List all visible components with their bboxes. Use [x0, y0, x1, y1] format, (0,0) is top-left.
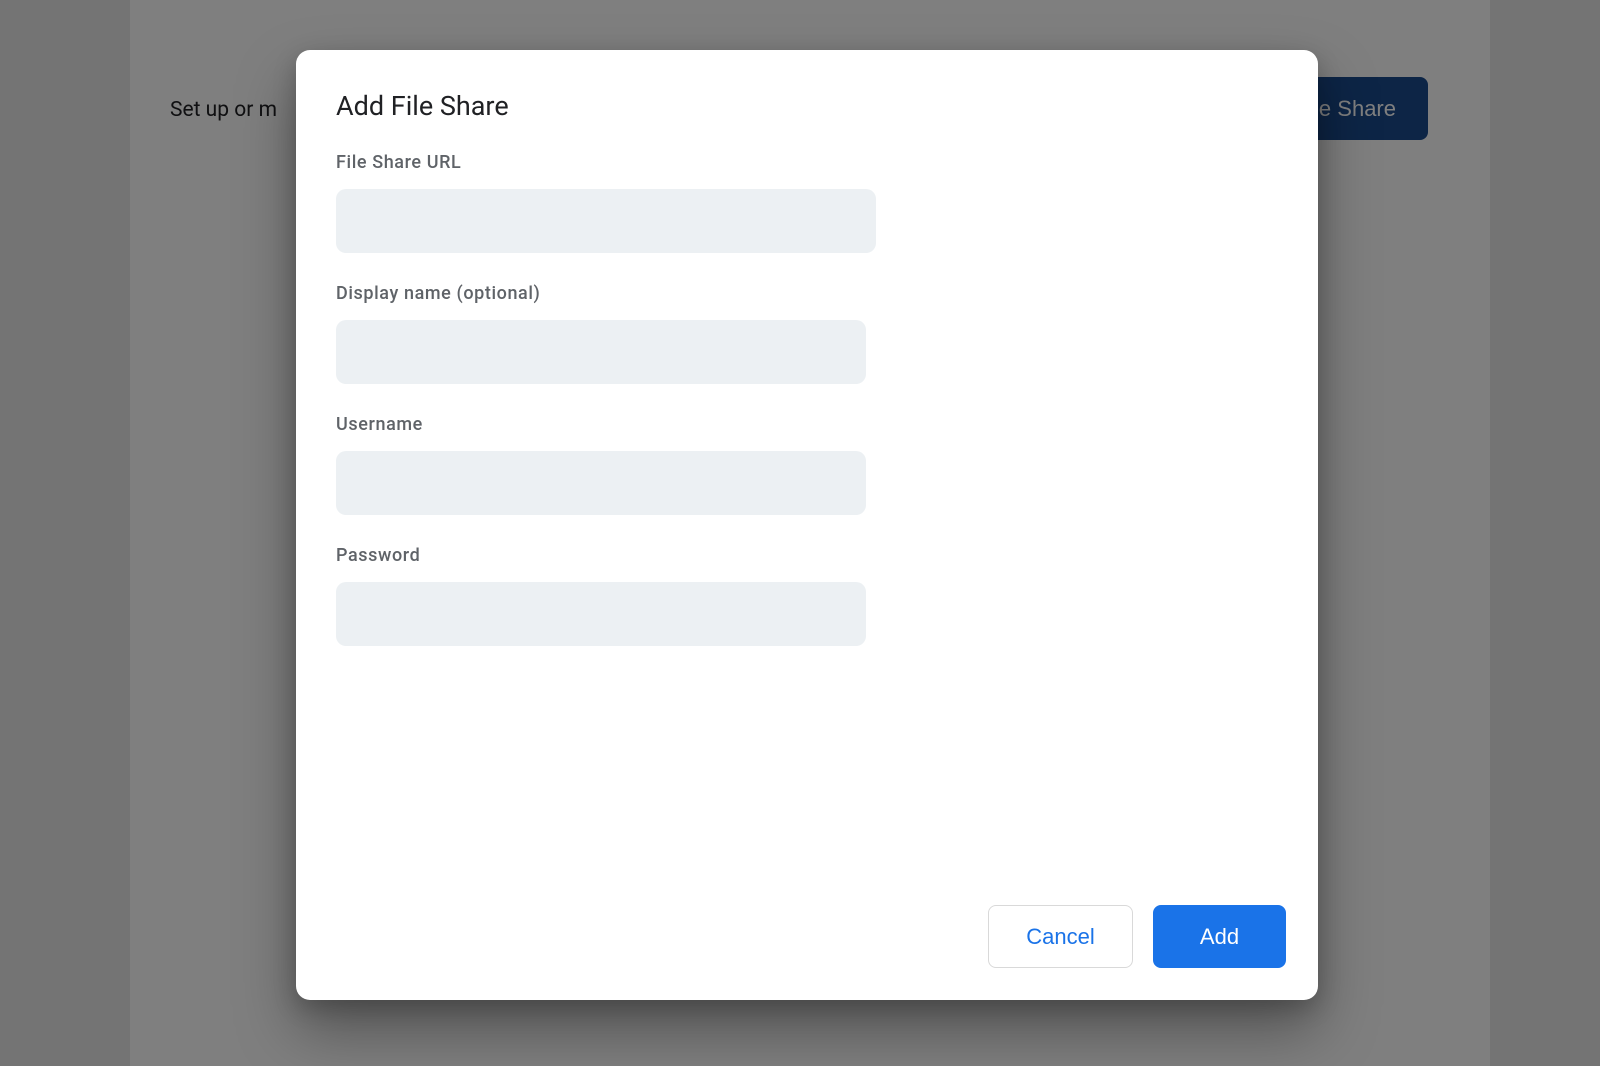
cancel-button[interactable]: Cancel: [988, 905, 1133, 968]
label-file-share-url: File Share URL: [336, 152, 1278, 173]
input-file-share-url[interactable]: [336, 189, 876, 253]
dialog-body: Add File Share File Share URL Display na…: [296, 50, 1318, 905]
label-username: Username: [336, 414, 1278, 435]
workspace: Set up or m le Share Add File Share File…: [0, 0, 1600, 1066]
dialog-footer: Cancel Add: [296, 905, 1318, 1000]
field-username: Username: [336, 414, 1278, 515]
label-password: Password: [336, 545, 1278, 566]
field-display-name: Display name (optional): [336, 283, 1278, 384]
field-file-share-url: File Share URL: [336, 152, 1278, 253]
dialog-title: Add File Share: [336, 90, 1278, 122]
field-password: Password: [336, 545, 1278, 646]
input-password[interactable]: [336, 582, 866, 646]
add-button[interactable]: Add: [1153, 905, 1286, 968]
input-username[interactable]: [336, 451, 866, 515]
label-display-name: Display name (optional): [336, 283, 1278, 304]
add-file-share-dialog: Add File Share File Share URL Display na…: [296, 50, 1318, 1000]
input-display-name[interactable]: [336, 320, 866, 384]
